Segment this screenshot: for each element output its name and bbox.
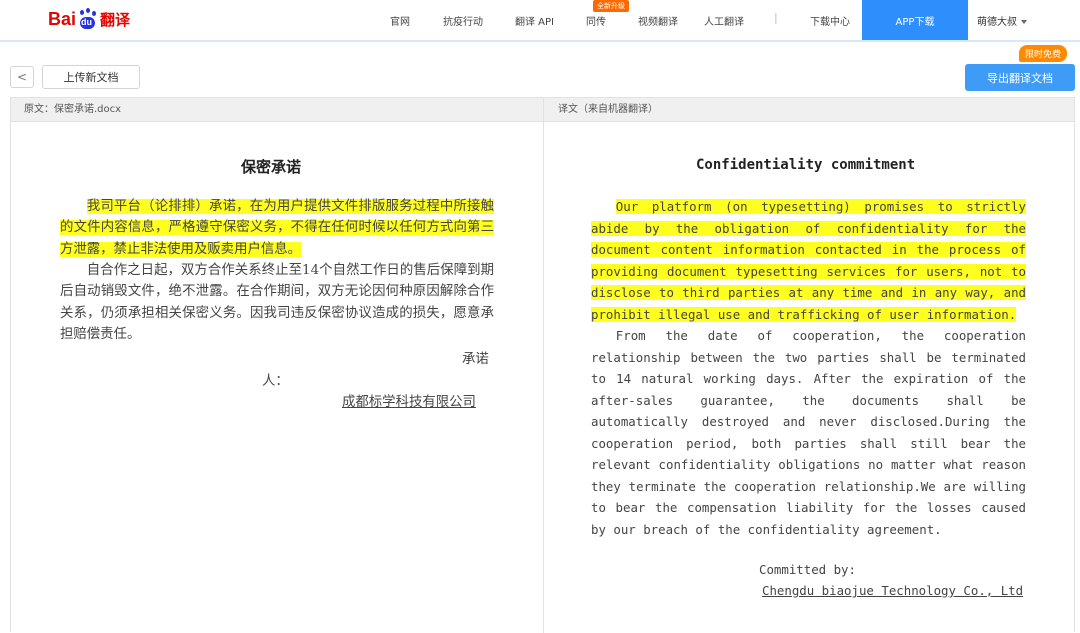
original-paragraph-1: 我司平台（论排排）承诺，在为用户提供文件排版服务过程中所接触的文件内容信息，严格… [60,196,494,260]
limited-free-badge: 限时免费 [1019,45,1068,62]
user-name: 萌德大叔 [977,17,1017,28]
original-company-name: 成都标学科技有限公司 [342,395,476,410]
export-translation-button[interactable]: 导出翻译文档 [965,64,1075,91]
nav-video-translate[interactable]: 视频翻译 [638,13,678,28]
app-download-button[interactable]: APP下载 [862,0,968,40]
translation-company-name: Chengdu biaojue Technology Co., Ltd [762,583,1024,598]
nav-simultaneous[interactable]: 同传 [586,13,606,28]
translation-paragraph-1-text: Our platform (on typesetting) promises t… [591,199,1026,322]
nav-human-translate[interactable]: 人工翻译 [704,13,744,28]
panel-divider [543,122,544,633]
original-paragraph-1-text: 我司平台（论排排）承诺，在为用户提供文件排版服务过程中所接触的文件内容信息，严格… [60,199,494,257]
top-nav-bar: Bai du 翻译 官网 抗疫行动 翻译 API 全新升级 同传 视频翻译 人工… [0,0,1080,42]
nav-download-center[interactable]: 下载中心 [810,13,850,28]
translation-paragraph-1: Our platform (on typesetting) promises t… [591,196,1026,325]
upload-new-document-button[interactable]: 上传新文档 [42,65,140,89]
back-button[interactable]: < [10,66,34,88]
baidu-fanyi-logo[interactable]: Bai du 翻译 [48,4,130,34]
original-signature-label-2: 人： [262,374,289,389]
translation-paragraph-2: From the date of cooperation, the cooper… [591,328,1026,537]
nav-official-site[interactable]: 官网 [390,13,410,28]
translation-title: Confidentiality commitment [696,157,916,173]
chevron-left-icon: < [16,70,28,84]
nav-translate-api[interactable]: 翻译 API [515,13,554,28]
user-menu[interactable]: 萌德大叔 [977,13,1027,28]
baidu-paw-icon: du [77,8,97,30]
original-panel-header: 原文：保密承诺.docx [11,98,543,122]
translation-panel-header: 译文（来自机器翻译） [543,98,1074,122]
original-signature-label-1: 承诺 [462,352,489,367]
logo-fanyi-text: 翻译 [100,10,131,29]
nav-anti-epidemic[interactable]: 抗疫行动 [443,13,483,28]
original-title: 保密承诺 [241,158,302,176]
logo-bai-text: Bai [48,8,77,29]
new-upgrade-badge: 全新升级 [593,0,629,12]
caret-down-icon [1021,20,1027,24]
nav-separator: | [774,11,778,24]
logo-du-text: du [81,17,93,27]
original-paragraph-2: 自合作之日起，双方合作关系终止至14个自然工作日的售后保障到期后自动销毁文件，绝… [60,263,494,342]
translation-committed-by: Committed by: [759,562,856,577]
